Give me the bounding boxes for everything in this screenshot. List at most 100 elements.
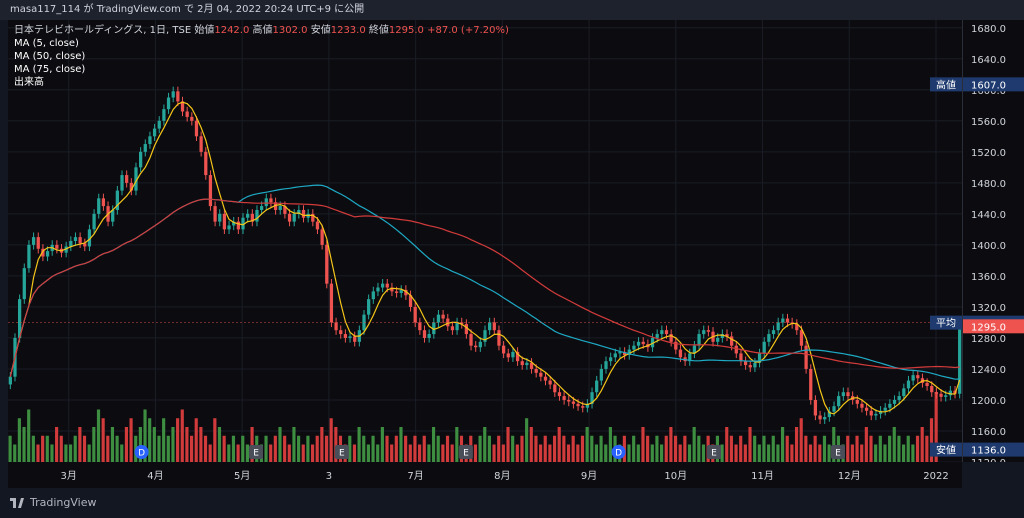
candle-body [320,229,324,245]
candle-body [213,206,217,222]
candle-body [557,392,562,397]
candle-body [315,221,320,230]
volume-bar [50,444,54,462]
candle-body [702,330,706,335]
candle [515,347,520,366]
candle [506,348,510,362]
candle-body [343,334,348,338]
candle-body [69,241,73,247]
x-tick-label: 3月 [61,470,77,482]
candle [390,282,394,297]
volume-bar [292,427,296,462]
volume-bar [64,444,68,462]
candle [436,310,441,328]
candle [418,317,422,335]
candle-body [488,322,492,331]
volume-bar [418,444,422,462]
volume-bar [687,444,692,462]
candle [148,131,152,149]
candle [367,294,371,320]
legend-low-label: 安値 [310,25,331,36]
volume-bar [22,427,26,462]
candle-body [818,415,822,420]
candle [771,325,776,339]
volume-bar [269,444,273,462]
price-axis[interactable]: 1680.01640.01600.01560.01520.01480.01440… [962,20,1024,469]
volume-bar [194,418,198,462]
volume-bar [45,435,49,462]
volume-bar [450,444,454,462]
volume-bar [399,427,403,462]
volume-bar [781,427,785,462]
candle-body [450,326,455,331]
candle-body [120,175,124,191]
volume-bar [511,435,515,462]
volume-bar [473,444,478,462]
candle-body [874,413,878,416]
volume-bar [157,435,161,462]
candle-body [581,406,585,408]
candle-body [892,399,897,404]
price-axis-svg[interactable]: 1680.01640.01600.01560.01520.01480.01440… [963,20,1024,469]
candle-body [934,392,939,394]
volume-bar [408,444,412,462]
volume-bar [743,444,747,462]
candle-body [553,384,557,393]
volume-bar [515,444,519,462]
time-axis[interactable]: 3月 4月 5月 3 7月 8月 9月 10月 11月 12月 2022 [8,462,962,488]
volume-bar [87,444,91,462]
tradingview-logo-icon [10,498,24,508]
legend-ma5[interactable]: MA (5, close) [14,37,509,50]
volume-bar [213,418,217,462]
volume-bar [422,435,426,462]
volume-bar [641,427,645,462]
candle-body [227,225,231,230]
candle [609,352,613,366]
volume-bar [17,418,21,462]
legend-volume[interactable]: 出来高 [14,76,509,89]
candle [143,139,147,157]
volume-bar [920,427,924,462]
volume-bar [539,444,543,462]
volume-bar [441,444,445,462]
event-marker-label: D [138,449,145,459]
publish-bar: masa117_114 が TradingView.com で 2月 04, 2… [0,0,1024,20]
candle [599,364,603,386]
volume-bar [413,435,417,462]
volume-bar [96,409,101,462]
candle-body [906,380,911,389]
price-label-name: 安値 [936,444,956,457]
volume-bar [571,435,575,462]
legend-ma75[interactable]: MA (75, close) [14,63,509,76]
event-marker-label: E [711,449,717,459]
volume-bar [892,427,896,462]
candle-body [190,116,194,121]
candle [36,232,40,254]
volume-bar [566,444,571,462]
candle [92,209,96,235]
volume-bar [911,444,915,462]
volume-bar [827,444,831,462]
candle [31,232,36,250]
time-axis-svg[interactable]: 3月 4月 5月 3 7月 8月 9月 10月 11月 12月 2022 [8,462,962,488]
candle-body [255,209,259,222]
volume-bar [678,444,682,462]
volume-bar [185,427,189,462]
event-marker-label: D [615,449,622,459]
candle-body [525,362,529,366]
y-tick-label: 1680.0 [971,24,1006,35]
legend-ma50[interactable]: MA (50, close) [14,50,509,63]
volume-bar [594,444,599,462]
volume-bar [669,427,673,462]
candle-body [571,401,576,404]
volume-bar [273,435,277,462]
candle-body [441,314,445,319]
candle-body [246,213,250,218]
volume-bar [771,435,775,462]
volume-bar [799,418,803,462]
candle-body [609,357,613,362]
candle-body [31,237,36,245]
volume-bar [301,444,305,462]
volume-bar [55,427,59,462]
y-tick-label: 1640.0 [971,55,1006,66]
